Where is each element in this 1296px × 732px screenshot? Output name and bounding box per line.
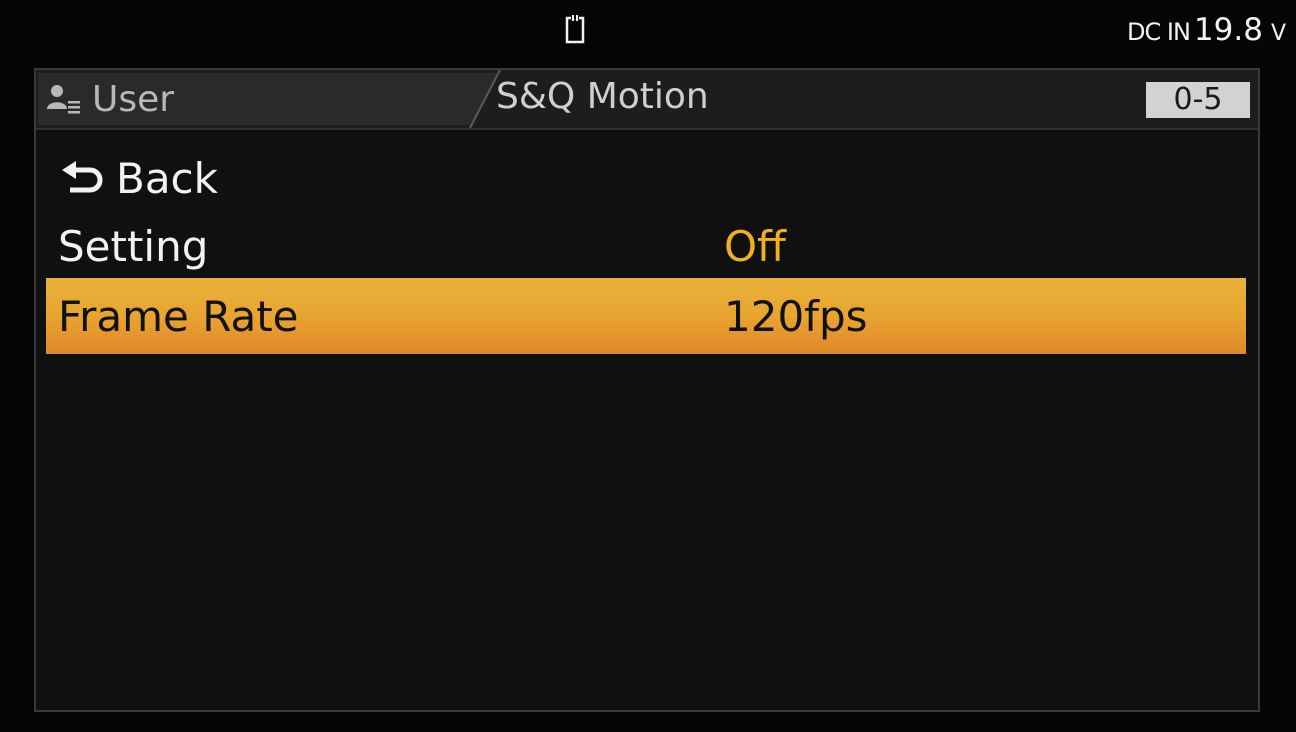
power-source-label: DC IN	[1127, 18, 1191, 46]
menu-item-label: Frame Rate	[58, 292, 299, 341]
back-label: Back	[116, 154, 218, 203]
page-number-badge: 0-5	[1146, 82, 1250, 118]
power-indicator: DC IN 19.8 V	[1127, 12, 1286, 52]
user-menu-icon	[47, 85, 80, 114]
tab-user-label: User	[92, 79, 175, 120]
menu-item-value: 120fps	[724, 292, 868, 341]
status-bar: DC IN 19.8 V	[0, 0, 1296, 66]
menu-item-label: Setting	[58, 222, 209, 271]
menu-panel: User S&Q Motion 0-5 Back Setting Off Fra…	[34, 68, 1260, 712]
menu-tab-bar: User S&Q Motion 0-5	[36, 70, 1258, 130]
menu-item-value: Off	[724, 222, 786, 271]
menu-item-setting[interactable]: Setting Off	[46, 210, 1246, 280]
menu-item-frame-rate[interactable]: Frame Rate 120fps	[46, 278, 1246, 354]
tab-user[interactable]: User	[38, 73, 498, 125]
back-arrow-icon	[62, 161, 103, 193]
memory-card-icon	[565, 15, 585, 44]
back-button[interactable]: Back	[46, 142, 1246, 212]
page-title: S&Q Motion	[496, 76, 709, 117]
power-voltage-unit: V	[1270, 21, 1286, 46]
power-voltage-value: 19.8	[1193, 12, 1263, 48]
